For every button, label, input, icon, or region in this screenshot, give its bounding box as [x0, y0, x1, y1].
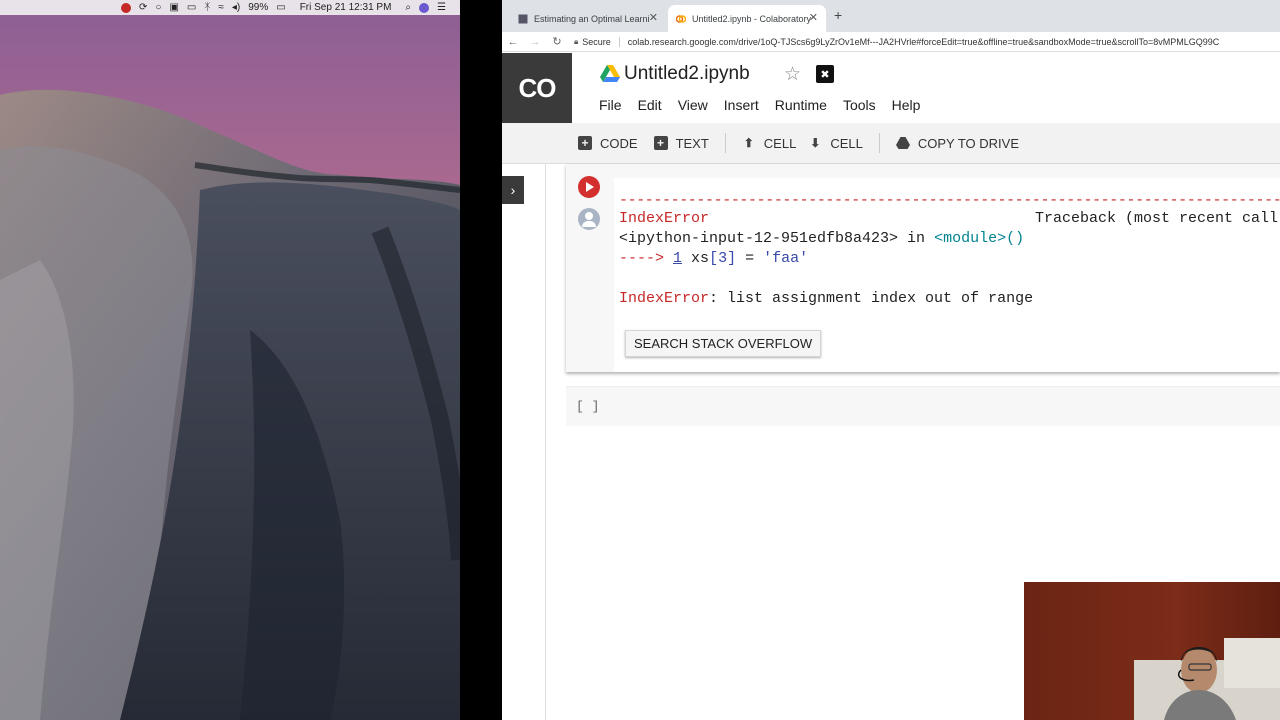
spotlight-icon[interactable]: ⌕	[405, 2, 411, 14]
tab-colab[interactable]: Untitled2.ipynb - Colaboratory ✕	[668, 5, 826, 32]
airplay-icon[interactable]: ▭	[187, 2, 196, 14]
battery-percent[interactable]: 99%	[248, 2, 268, 14]
traceback-header: Traceback (most recent call last)	[1035, 210, 1279, 227]
copy-to-drive-button[interactable]: COPY TO DRIVE	[890, 123, 1025, 164]
run-cell-icon[interactable]	[578, 176, 600, 198]
battery-icon[interactable]: ▭	[276, 2, 285, 14]
menu-edit[interactable]: Edit	[638, 97, 662, 113]
module-ref: <module>()	[934, 230, 1025, 247]
siri-icon[interactable]	[419, 2, 430, 13]
circle-icon[interactable]: ○	[155, 2, 161, 14]
screen: ⟳ ○ ▣ ▭ ᛡ ≈ ◂) 99% ▭ Fri Sep 21 12:31 PM…	[0, 0, 1280, 720]
menubar-clock[interactable]: Fri Sep 21 12:31 PM	[300, 2, 392, 14]
add-code-label: CODE	[600, 135, 638, 151]
traceback-code-line: ----> 1 xs[3] = 'faa'	[619, 249, 808, 269]
secure-label[interactable]: Secure	[582, 36, 620, 47]
reload-icon[interactable]: ↻	[546, 35, 568, 48]
notebook-title[interactable]: Untitled2.ipynb	[624, 63, 750, 85]
notification-center-icon[interactable]: ☰	[437, 2, 446, 14]
error-message-line: IndexError: list assignment index out of…	[619, 289, 1033, 309]
code-string: 'faa'	[763, 250, 809, 267]
traceback-divider: ----------------------------------------…	[619, 192, 1280, 209]
traceback-header-line: IndexError Traceback (most recent call la…	[619, 209, 1280, 229]
error-label: IndexError	[619, 290, 710, 307]
error-name: IndexError	[619, 210, 710, 227]
code-cell[interactable]: ----------------------------------------…	[566, 164, 1280, 372]
sync-icon[interactable]: ⟳	[139, 2, 147, 14]
webcam-overlay	[1024, 582, 1280, 720]
star-icon[interactable]: ☆	[784, 63, 801, 86]
wallpaper-image	[0, 0, 460, 720]
new-tab-icon[interactable]: +	[834, 7, 842, 23]
drive-outline-icon	[895, 137, 910, 149]
code-index: [3]	[709, 250, 737, 267]
copy-to-drive-label: COPY TO DRIVE	[917, 135, 1020, 151]
menu-runtime[interactable]: Runtime	[775, 97, 827, 113]
toolbar-divider	[724, 133, 726, 153]
volume-icon[interactable]: ◂)	[232, 2, 240, 14]
toolbar-divider	[878, 133, 880, 153]
in-word: in	[898, 230, 935, 247]
tab-strip: Estimating an Optimal Learning ✕ Untitle…	[502, 0, 1280, 32]
search-stack-overflow-button[interactable]: SEARCH STACK OVERFLOW	[625, 330, 822, 357]
arrow-marker: ---->	[619, 250, 665, 267]
cell-output: ----------------------------------------…	[614, 178, 1280, 372]
move-up-label: CELL	[763, 135, 797, 151]
empty-code-cell[interactable]: [ ]	[566, 386, 1280, 426]
expand-sidebar-icon[interactable]: ›	[502, 176, 524, 204]
plus-box-icon: +	[653, 136, 668, 150]
webcam-image	[1024, 582, 1280, 720]
menu-insert[interactable]: Insert	[724, 97, 759, 113]
no-save-icon[interactable]: ✖	[816, 65, 834, 83]
tab-estimating[interactable]: Estimating an Optimal Learning ✕	[510, 5, 666, 32]
add-text-button[interactable]: + TEXT	[648, 123, 715, 164]
close-tab-icon[interactable]: ✕	[809, 11, 818, 24]
tab-label: Estimating an Optimal Learning	[534, 13, 650, 24]
colab-header: CO Untitled2.ipynb ☆ ✖ File Edit View In…	[502, 53, 1280, 123]
move-cell-down-button[interactable]: ⬇︎ CELL	[802, 123, 869, 164]
google-drive-icon[interactable]	[600, 65, 620, 83]
lock-icon[interactable]: 🔒︎	[574, 37, 578, 47]
menu-tools[interactable]: Tools	[843, 97, 876, 113]
mac-menubar: ⟳ ○ ▣ ▭ ᛡ ≈ ◂) 99% ▭ Fri Sep 21 12:31 PM…	[0, 0, 460, 15]
traceback-input-line: <ipython-input-12-951edfb8a423> in <modu…	[619, 229, 1024, 249]
code-var: xs	[682, 250, 710, 267]
bluetooth-icon[interactable]: ᛡ	[204, 2, 210, 14]
display-icon[interactable]: ▣	[169, 2, 178, 14]
desktop-wallpaper	[0, 0, 460, 720]
menu-view[interactable]: View	[678, 97, 708, 113]
wifi-icon[interactable]: ≈	[218, 2, 224, 14]
add-text-label: TEXT	[675, 135, 709, 151]
url-field[interactable]: colab.research.google.com/drive/1oQ-TJSc…	[628, 37, 1219, 47]
add-code-button[interactable]: + CODE	[572, 123, 644, 164]
arrow-up-icon: ⬆︎	[743, 136, 754, 150]
user-avatar-icon	[578, 208, 600, 230]
input-ref: <ipython-input-12-951edfb8a423>	[619, 230, 899, 247]
address-bar: ← → ↻ 🔒︎ Secure colab.research.google.co…	[502, 32, 1280, 52]
back-icon[interactable]: ←	[502, 36, 524, 48]
menu-help[interactable]: Help	[892, 97, 921, 113]
app-status-icon[interactable]	[121, 2, 132, 13]
notebook-toolbar: + CODE + TEXT ⬆︎ CELL ⬇︎ CELL COPY TO DR…	[502, 123, 1280, 164]
close-tab-icon[interactable]: ✕	[649, 11, 658, 24]
desktop-gap	[460, 0, 502, 720]
error-message: : list assignment index out of range	[709, 290, 1034, 307]
menu-file[interactable]: File	[599, 97, 622, 113]
menu-bar: File Edit View Insert Runtime Tools Help	[599, 97, 936, 113]
move-cell-up-button[interactable]: ⬆︎ CELL	[736, 123, 803, 164]
left-rail: ›	[502, 164, 546, 720]
line-number[interactable]: 1	[673, 250, 682, 267]
plus-box-icon: +	[578, 136, 592, 150]
forward-icon[interactable]: →	[524, 36, 546, 48]
colab-logo[interactable]: CO	[502, 53, 572, 123]
doc-favicon-icon	[518, 14, 528, 23]
arrow-down-icon: ⬇︎	[810, 136, 821, 150]
move-down-label: CELL	[830, 135, 863, 151]
colab-favicon-icon	[676, 14, 686, 23]
cell-execution-count: [ ]	[576, 399, 600, 414]
tab-label: Untitled2.ipynb - Colaboratory	[692, 13, 812, 24]
code-eq: =	[736, 250, 764, 267]
